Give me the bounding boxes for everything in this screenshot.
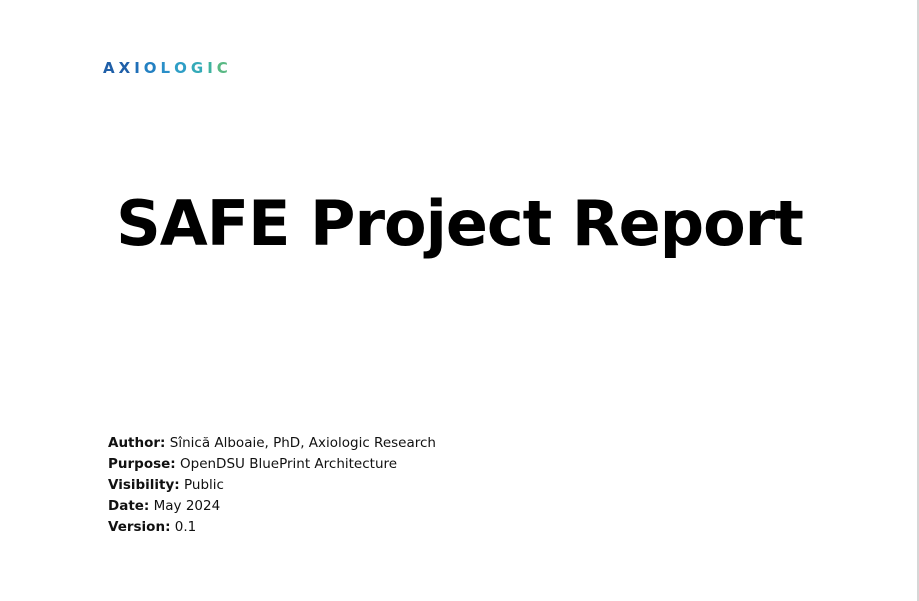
logo-letter: X — [118, 59, 135, 77]
meta-date-value: May 2024 — [153, 498, 221, 514]
axiologic-logo: A X I O L O G I C — [103, 58, 232, 78]
logo-letter: L — [160, 59, 175, 77]
meta-visibility-value: Public — [184, 477, 224, 493]
document-title: SAFE Project Report — [116, 187, 804, 260]
meta-version-value: 0.1 — [174, 519, 197, 535]
logo-letter: G — [190, 59, 208, 77]
logo-letter: I — [134, 59, 144, 77]
meta-purpose-value: OpenDSU BluePrint Architecture — [180, 456, 398, 472]
meta-author-value: Sînică Alboaie, PhD, Axiologic Research — [169, 435, 436, 451]
logo-letter: C — [216, 59, 232, 77]
meta-version-label: Version: — [108, 519, 171, 535]
logo-letter: I — [207, 59, 217, 77]
document-metadata: Author: Sînică Alboaie, PhD, Axiologic R… — [108, 433, 436, 538]
logo-letter: A — [103, 59, 119, 77]
meta-date: Date: May 2024 — [108, 496, 436, 517]
meta-author: Author: Sînică Alboaie, PhD, Axiologic R… — [108, 433, 436, 454]
logo-letter: O — [174, 59, 191, 77]
meta-purpose: Purpose: OpenDSU BluePrint Architecture — [108, 454, 436, 475]
meta-visibility-label: Visibility: — [108, 477, 180, 493]
meta-visibility: Visibility: Public — [108, 475, 436, 496]
meta-purpose-label: Purpose: — [108, 456, 176, 472]
meta-author-label: Author: — [108, 435, 166, 451]
logo-letter: O — [143, 59, 161, 77]
meta-version: Version: 0.1 — [108, 517, 436, 538]
meta-date-label: Date: — [108, 498, 150, 514]
